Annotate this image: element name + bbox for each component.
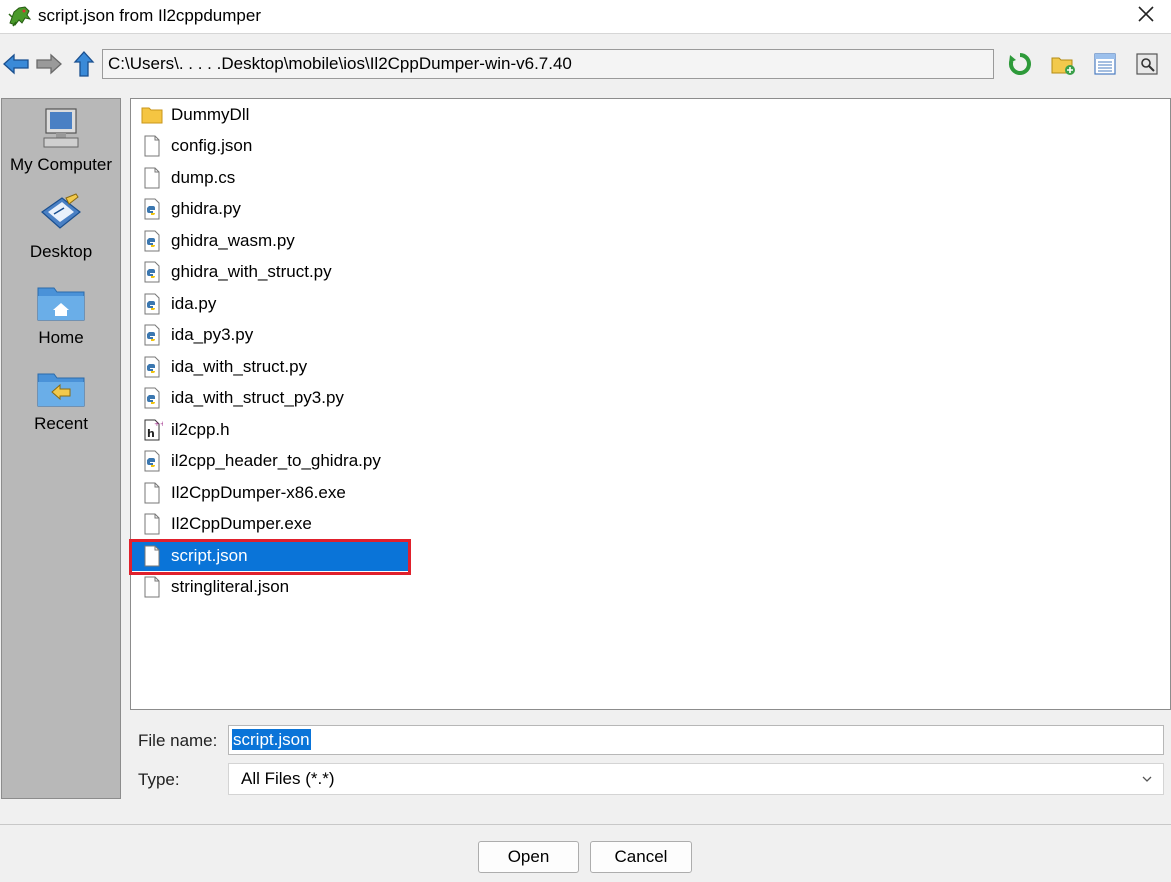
file-name: stringliteral.json	[171, 577, 290, 596]
open-button[interactable]: Open	[478, 841, 579, 873]
close-icon	[1137, 5, 1155, 28]
python-file-icon	[141, 387, 163, 409]
python-file-icon	[141, 230, 163, 252]
computer-icon	[36, 105, 86, 153]
refresh-icon[interactable]	[1005, 49, 1035, 79]
file-row[interactable]: ida_with_struct.py	[131, 351, 1170, 382]
up-arrow-icon[interactable]	[69, 49, 99, 79]
file-icon	[141, 513, 163, 535]
new-folder-icon[interactable]	[1048, 49, 1078, 79]
file-row[interactable]: dump.cs	[131, 162, 1170, 193]
file-name-value: script.json	[232, 729, 311, 750]
title-bar: script.json from Il2cppdumper	[0, 0, 1171, 34]
cancel-button[interactable]: Cancel	[590, 841, 692, 873]
details-view-icon[interactable]	[1132, 49, 1162, 79]
sidebar-item-label: Home	[38, 328, 84, 347]
file-name: Il2CppDumper.exe	[171, 514, 312, 533]
file-name: il2cpp_header_to_ghidra.py	[171, 451, 381, 470]
places-sidebar: My Computer Desktop Home Recent	[1, 98, 121, 799]
file-row[interactable]: ghidra_with_struct.py	[131, 257, 1170, 288]
file-name: dump.cs	[171, 167, 236, 187]
file-name: ghidra_with_struct.py	[171, 262, 332, 281]
file-row[interactable]: ida_py3.py	[131, 320, 1170, 351]
path-field[interactable]: C:\Users\. . . . .Desktop\mobile\ios\Il2…	[102, 49, 994, 79]
file-list: DummyDll config.json dump.cs ghidra.py ghidr…	[130, 98, 1171, 710]
file-row[interactable]: stringliteral.json	[131, 572, 1170, 603]
python-file-icon	[141, 198, 163, 220]
file-icon	[141, 135, 163, 157]
recent-folder-icon	[36, 364, 86, 412]
svg-text:++: ++	[154, 420, 163, 428]
list-view-icon[interactable]	[1090, 49, 1120, 79]
file-name: DummyDll	[171, 104, 250, 124]
file-name: ida.py	[171, 293, 217, 313]
file-row[interactable]: il2cpp_header_to_ghidra.py	[131, 446, 1170, 477]
type-label: Type:	[138, 770, 180, 789]
desktop-icon	[36, 192, 86, 240]
python-file-icon	[141, 356, 163, 378]
back-arrow-icon[interactable]	[1, 49, 31, 79]
python-file-icon	[141, 450, 163, 472]
file-name: Il2CppDumper-x86.exe	[171, 482, 346, 502]
sidebar-item-desktop[interactable]: Desktop	[2, 192, 120, 262]
file-name-label: File name:	[138, 731, 218, 750]
sidebar-item-recent[interactable]: Recent	[2, 364, 120, 434]
file-icon	[141, 167, 163, 189]
file-icon	[141, 576, 163, 598]
file-icon	[141, 545, 163, 567]
file-type-select[interactable]: All Files (*.*)	[228, 763, 1164, 795]
file-row[interactable]: ghidra.py	[131, 194, 1170, 225]
file-name: script.json	[171, 545, 248, 565]
file-row[interactable]: ida.py	[131, 288, 1170, 319]
window-title: script.json from Il2cppdumper	[38, 6, 261, 25]
file-row[interactable]: ida_with_struct_py3.py	[131, 383, 1170, 414]
home-folder-icon	[36, 278, 86, 326]
sidebar-item-label: Recent	[34, 414, 88, 433]
python-file-icon	[141, 293, 163, 315]
file-row[interactable]: Il2CppDumper-x86.exe	[131, 477, 1170, 508]
file-type-value: All Files (*.*)	[241, 769, 335, 788]
file-name: ghidra_wasm.py	[171, 230, 295, 250]
file-row[interactable]: config.json	[131, 131, 1170, 162]
sidebar-item-label: My Computer	[9, 155, 113, 174]
svg-text:h: h	[147, 427, 155, 440]
sidebar-item-home[interactable]: Home	[2, 278, 120, 348]
file-name-input[interactable]: script.json	[228, 725, 1164, 755]
sidebar-item-label: Desktop	[29, 242, 93, 261]
file-icon	[141, 482, 163, 504]
file-name: config.json	[171, 136, 253, 155]
forward-arrow-icon[interactable]	[34, 49, 64, 79]
file-row[interactable]: Il2CppDumper.exe	[131, 509, 1170, 540]
dragon-app-icon	[7, 3, 33, 29]
file-name: ghidra.py	[171, 199, 241, 218]
file-row[interactable]: h ++ il2cpp.h	[131, 414, 1170, 445]
file-row[interactable]: DummyDll	[131, 99, 1170, 130]
file-row[interactable]: ghidra_wasm.py	[131, 225, 1170, 256]
file-name: ida_py3.py	[171, 325, 254, 344]
divider	[0, 824, 1171, 825]
file-name: ida_with_struct.py	[171, 356, 308, 376]
header-file-icon: h ++	[141, 419, 166, 441]
python-file-icon	[141, 261, 163, 283]
file-name: il2cpp.h	[171, 419, 230, 439]
file-row[interactable]: script.json	[131, 540, 410, 571]
file-name: ida_with_struct_py3.py	[171, 388, 344, 407]
python-file-icon	[141, 324, 163, 346]
close-button[interactable]	[1131, 2, 1161, 30]
sidebar-item-my-computer[interactable]: My Computer	[2, 105, 120, 175]
chevron-down-icon	[1141, 764, 1153, 804]
folder-icon	[141, 104, 163, 126]
